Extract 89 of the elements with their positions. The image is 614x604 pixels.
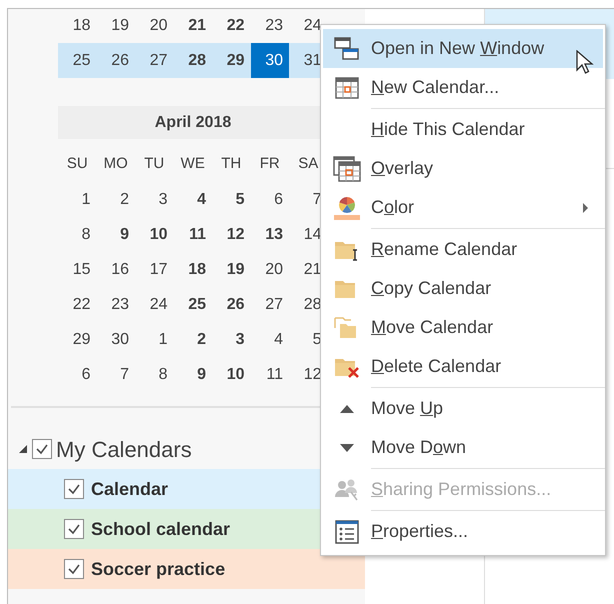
date-cell[interactable]: 4 [174,182,212,217]
windows-icon [334,36,360,60]
properties-list-icon [335,520,359,544]
checkbox[interactable] [64,479,84,499]
date-cell[interactable]: 1 [58,182,96,217]
calendar-name: Soccer practice [91,558,226,581]
date-cell[interactable]: 11 [250,357,289,392]
calendar-row[interactable]: Soccer practice [8,549,365,589]
date-cell[interactable]: 26 [96,43,135,78]
date-cell[interactable]: 25 [58,43,96,78]
checkbox[interactable] [64,559,84,579]
people-icon [334,478,360,502]
date-cell[interactable]: 10 [135,217,174,252]
weekday-label: WE [180,154,206,174]
date-cell[interactable]: 10 [212,357,250,392]
date-cell[interactable]: 26 [212,287,250,322]
date-cell[interactable]: 5 [212,182,250,217]
triangle-up-icon [339,404,355,414]
expand-triangle-icon[interactable] [18,444,28,454]
date-cell[interactable]: 9 [96,217,135,252]
date-cell[interactable]: 9 [174,357,212,392]
menu-item[interactable]: Copy Calendar [323,269,603,308]
triangle-down-icon [339,442,355,452]
date-cell[interactable]: 25 [174,287,212,322]
date-cell[interactable]: 22 [58,287,96,322]
date-cell[interactable]: 12 [212,217,250,252]
date-cell[interactable]: 24 [135,287,174,322]
date-cell[interactable]: 17 [135,252,174,287]
date-cell[interactable]: 8 [58,217,96,252]
date-cell[interactable]: 13 [250,217,289,252]
checkmark-icon [35,442,49,456]
date-cell[interactable]: 20 [250,252,289,287]
menu-item[interactable]: Delete Calendar [323,347,603,386]
date-cell[interactable]: 1 [135,322,174,357]
date-cell[interactable]: 21 [174,8,212,43]
date-cell[interactable]: 30 [250,43,289,78]
date-cell[interactable]: 30 [96,322,135,357]
checkmark-icon [67,482,81,496]
weekday-label: MO [102,154,129,174]
weekday-label: TH [220,154,242,174]
calendar-name: Calendar [91,478,168,500]
date-cell[interactable]: 27 [135,43,174,78]
checkmark-icon [67,562,81,576]
date-cell[interactable]: 19 [96,8,135,43]
color-wheel-icon [333,194,361,220]
checkbox[interactable] [32,439,52,459]
date-cell[interactable]: 27 [250,287,289,322]
menu-item[interactable]: Move Calendar [323,308,603,347]
calendar-stack-icon [333,156,361,182]
group-label: My Calendars [56,436,192,464]
weekday-label: TU [143,154,166,174]
weekday-label: SA [297,154,320,174]
date-cell[interactable]: 6 [58,357,96,392]
menu-item[interactable]: Open in New Window [323,29,603,68]
date-cell[interactable]: 4 [250,322,289,357]
menu-item[interactable]: Overlay [323,149,603,188]
date-cell[interactable]: 3 [135,182,174,217]
date-cell[interactable]: 23 [250,8,289,43]
calendar-icon [335,76,359,98]
checkbox[interactable] [64,519,84,539]
date-cell[interactable]: 28 [174,43,212,78]
date-cell[interactable]: 8 [135,357,174,392]
date-cell[interactable]: 3 [212,322,250,357]
menu-item[interactable]: Color [323,188,603,227]
date-cell[interactable]: 18 [58,8,96,43]
date-cell[interactable]: 18 [174,252,212,287]
date-cell[interactable]: 11 [174,217,212,252]
date-cell[interactable]: 2 [96,182,135,217]
menu-item[interactable]: Rename Calendar [323,230,603,269]
menu-item[interactable]: New Calendar... [323,68,603,107]
weekday-label: FR [258,154,281,174]
checkmark-icon [67,522,81,536]
menu-item[interactable]: Move Up [323,389,603,428]
date-cell[interactable]: 29 [212,43,250,78]
submenu-arrow-icon [582,202,589,214]
date-cell[interactable]: 20 [135,8,174,43]
mouse-cursor-icon [576,50,594,76]
date-cell[interactable]: 16 [96,252,135,287]
menu-item[interactable]: Move Down [323,428,603,467]
weekday-label: SU [66,154,89,174]
date-cell[interactable]: 15 [58,252,96,287]
date-cell[interactable]: 22 [212,8,250,43]
date-cell[interactable]: 7 [96,357,135,392]
calendar-name: School calendar [91,518,230,540]
date-cell[interactable]: 2 [174,322,212,357]
date-cell[interactable]: 29 [58,322,96,357]
date-cell[interactable]: 6 [250,182,289,217]
date-cell[interactable]: 23 [96,287,135,322]
date-cell[interactable]: 19 [212,252,250,287]
